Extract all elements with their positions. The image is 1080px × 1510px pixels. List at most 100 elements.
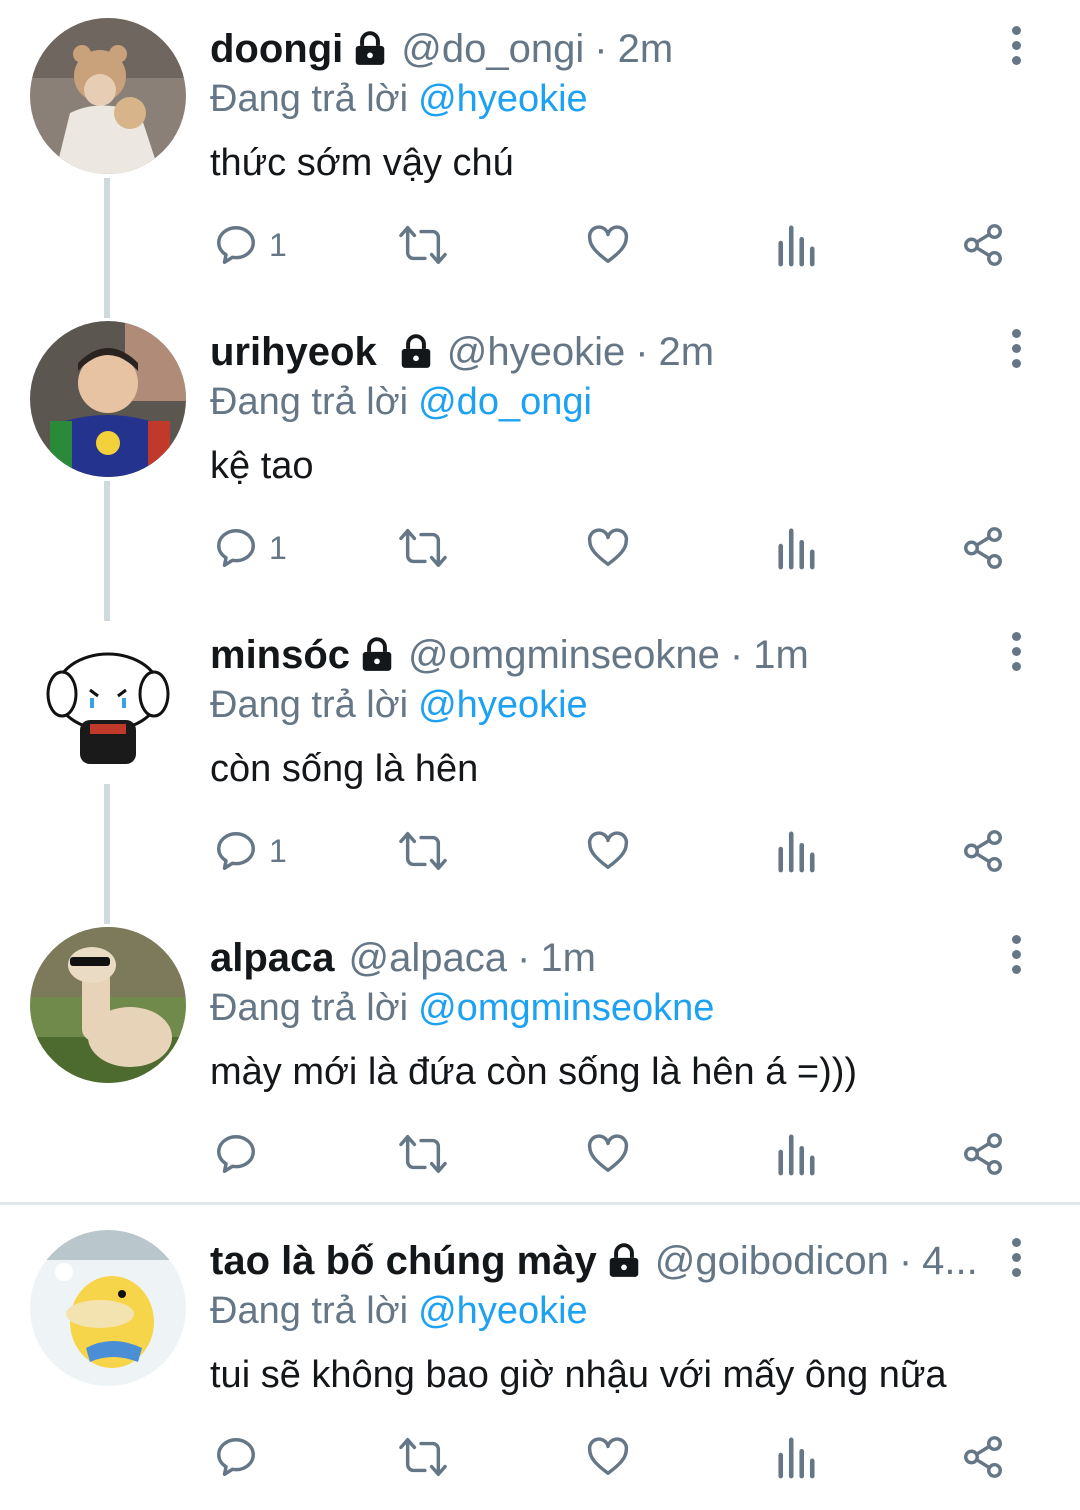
share-button[interactable] (960, 1434, 1006, 1480)
share-icon (964, 830, 1002, 872)
tweet[interactable]: minsóc @omgminseokne · 1m Đang trả lời @h… (0, 606, 1080, 909)
heart-icon (587, 1134, 629, 1173)
display-name[interactable]: doongi (210, 22, 343, 76)
avatar[interactable] (30, 1230, 186, 1386)
reply-icon (217, 529, 255, 567)
more-vertical-icon[interactable] (998, 1230, 1034, 1284)
analytics-icon (778, 528, 815, 570)
heart-icon (587, 528, 629, 567)
tweet-text: mày mới là đứa còn sống là hên á =))) (210, 1051, 858, 1093)
share-button[interactable] (960, 828, 1006, 874)
separator-dot: · (517, 936, 531, 980)
reply-prefix: Đang trả lời (210, 684, 409, 726)
timestamp[interactable]: 2m (618, 22, 674, 76)
retweet-icon (399, 226, 447, 264)
tweet[interactable]: tao là bố chúng mày @goibodicon · 4... Đ… (0, 1212, 1080, 1510)
tweet-actions: 1 (0, 806, 1080, 896)
lock-icon (605, 1242, 643, 1280)
like-button[interactable] (585, 1131, 631, 1177)
tweet[interactable]: alpaca @alpaca · 1m Đang trả lời @omgmins… (0, 909, 1080, 1212)
separator-dot: · (729, 633, 744, 677)
tweet[interactable]: doongi @do_ongi · 2m Đang trả lời @hyeoki… (0, 0, 1080, 303)
reply-button[interactable] (213, 1131, 269, 1177)
lock-icon (358, 636, 396, 674)
user-handle[interactable]: @do_ongi (401, 22, 584, 76)
reply-button[interactable]: 1 (213, 222, 287, 268)
reply-count: 1 (269, 832, 287, 869)
analytics-button[interactable] (775, 1434, 817, 1480)
retweet-icon (399, 1438, 447, 1476)
reply-count: 1 (269, 226, 287, 263)
mention-link[interactable]: @hyeokie (418, 78, 588, 120)
tweet-text: còn sống là hên (210, 748, 479, 790)
reply-icon (217, 226, 255, 264)
display-name[interactable]: minsóc (210, 628, 350, 682)
analytics-button[interactable] (775, 525, 817, 571)
avatar[interactable] (30, 927, 186, 1083)
reply-prefix: Đang trả lời (210, 381, 409, 423)
reply-prefix: Đang trả lời (210, 78, 409, 120)
separator-dot: · (635, 330, 649, 374)
retweet-button[interactable] (398, 1434, 448, 1480)
retweet-button[interactable] (398, 525, 448, 571)
timestamp[interactable]: 1m (540, 931, 596, 985)
like-button[interactable] (585, 1434, 631, 1480)
retweet-button[interactable] (398, 828, 448, 874)
lock-icon (351, 30, 389, 68)
more-vertical-icon[interactable] (998, 927, 1034, 981)
more-vertical-icon[interactable] (998, 624, 1034, 678)
tweet-actions (0, 1109, 1080, 1199)
display-name[interactable]: urihyeok (210, 325, 377, 379)
user-handle[interactable]: @alpaca (349, 931, 507, 985)
retweet-button[interactable] (398, 222, 448, 268)
avatar[interactable] (30, 624, 186, 780)
mention-link[interactable]: @hyeokie (418, 684, 588, 726)
tweet[interactable]: urihyeok @hyeokie · 2m Đang trả lời @do_o… (0, 303, 1080, 606)
divider (0, 1202, 1080, 1205)
share-icon (964, 224, 1002, 266)
reply-icon (217, 832, 255, 870)
replying-to: Đang trả lời @do_ongi (210, 377, 592, 427)
user-handle[interactable]: @hyeokie (447, 325, 625, 379)
replying-to: Đang trả lời @hyeokie (210, 74, 588, 124)
avatar[interactable] (30, 321, 186, 477)
share-button[interactable] (960, 525, 1006, 571)
share-icon (964, 527, 1002, 569)
user-handle[interactable]: @omgminseokne (408, 628, 720, 682)
reply-button[interactable] (213, 1434, 269, 1480)
user-handle[interactable]: @goibodicon (655, 1234, 889, 1288)
tweet-actions: 1 (0, 503, 1080, 593)
analytics-icon (778, 1437, 815, 1479)
share-icon (964, 1133, 1002, 1175)
timestamp[interactable]: 4... (922, 1234, 978, 1288)
retweet-icon (399, 529, 447, 567)
like-button[interactable] (585, 222, 631, 268)
mention-link[interactable]: @omgminseokne (418, 987, 714, 1029)
tweet-actions (0, 1412, 1080, 1502)
analytics-button[interactable] (775, 828, 817, 874)
timestamp[interactable]: 1m (753, 628, 809, 682)
timestamp[interactable]: 2m (659, 325, 715, 379)
reply-prefix: Đang trả lời (210, 987, 409, 1029)
reply-button[interactable]: 1 (213, 525, 287, 571)
replying-to: Đang trả lời @hyeokie (210, 1286, 588, 1336)
mention-link[interactable]: @hyeokie (418, 1290, 588, 1332)
display-name[interactable]: tao là bố chúng mày (210, 1234, 597, 1288)
retweet-button[interactable] (398, 1131, 448, 1177)
more-vertical-icon[interactable] (998, 18, 1034, 72)
avatar[interactable] (30, 18, 186, 174)
analytics-button[interactable] (775, 222, 817, 268)
more-vertical-icon[interactable] (998, 321, 1034, 375)
retweet-icon (399, 1135, 447, 1173)
display-name[interactable]: alpaca (210, 931, 335, 985)
heart-icon (587, 225, 629, 264)
like-button[interactable] (585, 525, 631, 571)
reply-icon (217, 1135, 255, 1173)
mention-link[interactable]: @do_ongi (418, 381, 592, 423)
like-button[interactable] (585, 828, 631, 874)
reply-button[interactable]: 1 (213, 828, 287, 874)
share-button[interactable] (960, 1131, 1006, 1177)
share-button[interactable] (960, 222, 1006, 268)
tweet-text: tui sẽ không bao giờ nhậu với mấy ông nữ… (210, 1354, 947, 1396)
analytics-button[interactable] (775, 1131, 817, 1177)
